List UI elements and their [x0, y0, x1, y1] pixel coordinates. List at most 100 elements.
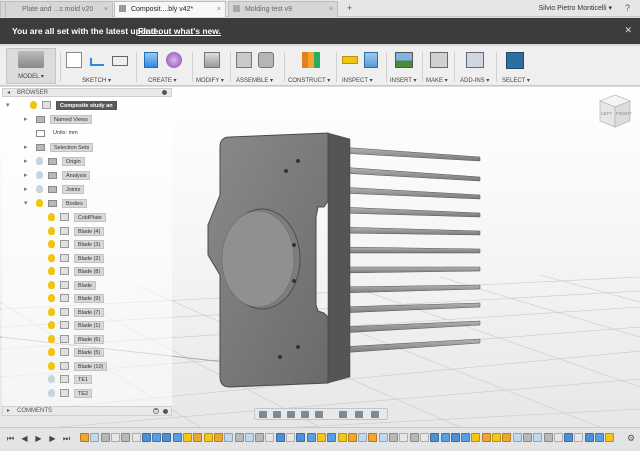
timeline-feature[interactable] [275, 433, 285, 442]
timeline-feature[interactable] [450, 433, 460, 442]
timeline-feature[interactable] [141, 433, 151, 442]
timeline-feature[interactable] [409, 433, 419, 442]
timeline-feature[interactable] [595, 433, 604, 442]
add-comment-icon[interactable]: + [153, 408, 159, 414]
view-cube[interactable]: LEFT FRONT [596, 91, 634, 131]
body-label[interactable]: Blade (2) [74, 253, 105, 263]
close-tab-icon[interactable]: × [329, 2, 333, 17]
timeline-feature[interactable] [193, 433, 203, 442]
timeline-feature[interactable] [430, 433, 440, 442]
timeline-feature[interactable] [574, 433, 584, 442]
viewcube-front-face[interactable]: FRONT [616, 111, 632, 116]
timeline-feature[interactable] [110, 433, 120, 442]
timeline-feature[interactable] [481, 433, 491, 442]
timeline-feature[interactable] [358, 433, 368, 442]
go-to-start-icon[interactable]: ⏮ [6, 434, 15, 443]
visibility-bulb-icon[interactable] [48, 294, 55, 302]
body-label[interactable]: Blade (8) [74, 267, 105, 276]
timeline-feature[interactable] [203, 433, 213, 442]
timeline-feature[interactable] [389, 433, 398, 442]
close-banner-icon[interactable]: ✕ [624, 25, 632, 36]
timeline-feature[interactable] [399, 433, 409, 442]
tab-composite-assembly[interactable]: Composit....bly v42* × [114, 1, 226, 17]
analysis-label[interactable]: Analysis [62, 171, 91, 180]
timeline-feature[interactable] [162, 433, 172, 442]
fit-icon[interactable] [315, 411, 323, 418]
expand-arrow-icon[interactable]: ▾ [6, 100, 12, 111]
visibility-bulb-icon[interactable] [48, 307, 55, 316]
tab-molding-test[interactable]: Molding test v9 × [228, 1, 338, 17]
body-label[interactable]: Blade (10) [74, 361, 108, 371]
body-label[interactable]: Blade (4) [74, 226, 105, 236]
step-forward-icon[interactable]: ▶ [48, 434, 57, 443]
body-label[interactable]: Blade (3) [74, 240, 105, 249]
timeline-feature[interactable] [584, 433, 594, 442]
timeline-feature[interactable] [224, 433, 234, 442]
body-label[interactable]: Blade (6) [74, 334, 105, 344]
visibility-bulb-icon[interactable] [48, 375, 55, 383]
visibility-bulb-icon[interactable] [48, 348, 55, 356]
origin-label[interactable]: Origin [62, 157, 85, 166]
timeline-feature[interactable] [306, 433, 316, 442]
pin-icon[interactable] [163, 409, 168, 414]
pin-icon[interactable] [162, 90, 167, 95]
body-label[interactable]: Blade (9) [74, 294, 105, 303]
visibility-bulb-icon[interactable] [48, 334, 55, 343]
timeline-feature[interactable] [337, 433, 347, 442]
timeline-feature[interactable] [296, 433, 306, 442]
addins-menu[interactable]: ADD-INS ▾ [458, 48, 494, 84]
timeline-feature[interactable] [90, 433, 100, 442]
timeline-feature[interactable] [553, 433, 563, 442]
visibility-bulb-icon[interactable] [48, 267, 55, 275]
expand-arrow-icon[interactable]: ▸ [24, 170, 30, 181]
body-label[interactable]: Blade [74, 280, 97, 290]
modify-menu[interactable]: MODIFY ▾ [196, 48, 228, 84]
workspace-model-button[interactable]: MODEL ▾ [6, 48, 56, 84]
visibility-bulb-icon[interactable] [30, 101, 37, 109]
timeline-feature[interactable] [80, 433, 89, 442]
go-to-end-icon[interactable]: ⏭ [62, 434, 71, 443]
visibility-bulb-icon[interactable] [48, 280, 55, 289]
collapse-arrow-icon[interactable]: ▾ [24, 198, 30, 209]
body-label[interactable]: TE2 [74, 388, 93, 398]
grid-settings-icon[interactable] [355, 411, 363, 418]
zoom-icon[interactable] [301, 411, 309, 418]
timeline-track[interactable] [80, 431, 620, 447]
tree-root[interactable]: ▾ Composite study an [4, 100, 172, 111]
timeline-feature[interactable] [183, 433, 192, 442]
sketch-menu[interactable]: SKETCH ▾ [64, 48, 132, 84]
collapse-arrow-icon[interactable]: ◂ [7, 89, 10, 97]
timeline-feature[interactable] [213, 433, 223, 442]
timeline-feature[interactable] [522, 433, 532, 442]
timeline-feature[interactable] [471, 433, 481, 442]
cold-plate-model[interactable] [200, 125, 500, 395]
tab-plate-and-mold[interactable]: Plate and ...s mold v20 × [5, 1, 113, 17]
bodies-label[interactable]: Bodies [62, 199, 87, 208]
timeline-feature[interactable] [286, 433, 295, 442]
viewports-icon[interactable] [371, 411, 379, 418]
named-views-label[interactable]: Named Views [50, 115, 92, 124]
user-menu[interactable]: Silvio Pietro Monticelli ▾ [538, 4, 612, 12]
expand-arrow-icon[interactable]: ▸ [24, 114, 30, 125]
help-icon[interactable]: ? [622, 3, 633, 14]
timeline-feature[interactable] [533, 433, 543, 442]
body-label[interactable]: ColdPlate [74, 213, 106, 222]
root-component-label[interactable]: Composite study an [56, 101, 117, 110]
timeline-feature[interactable] [316, 433, 326, 442]
visibility-bulb-icon[interactable] [36, 171, 43, 179]
timeline-feature[interactable] [564, 433, 574, 442]
selection-sets-label[interactable]: Selection Sets [50, 143, 94, 152]
play-icon[interactable]: ▶ [34, 434, 43, 443]
whats-new-link[interactable]: Find out what's new. [138, 26, 221, 36]
timeline-feature[interactable] [492, 433, 501, 442]
visibility-bulb-icon[interactable] [36, 157, 43, 165]
timeline-feature[interactable] [255, 433, 265, 442]
assemble-menu[interactable]: ASSEMBLE ▾ [234, 48, 282, 84]
timeline-feature[interactable] [368, 433, 378, 442]
expand-arrow-icon[interactable]: ▸ [24, 184, 30, 195]
timeline-feature[interactable] [512, 433, 522, 442]
visibility-bulb-icon[interactable] [48, 226, 55, 235]
comments-panel[interactable]: ▸ COMMENTS + [2, 406, 172, 416]
timeline-feature[interactable] [502, 433, 512, 442]
create-menu[interactable]: CREATE ▾ [140, 48, 188, 84]
